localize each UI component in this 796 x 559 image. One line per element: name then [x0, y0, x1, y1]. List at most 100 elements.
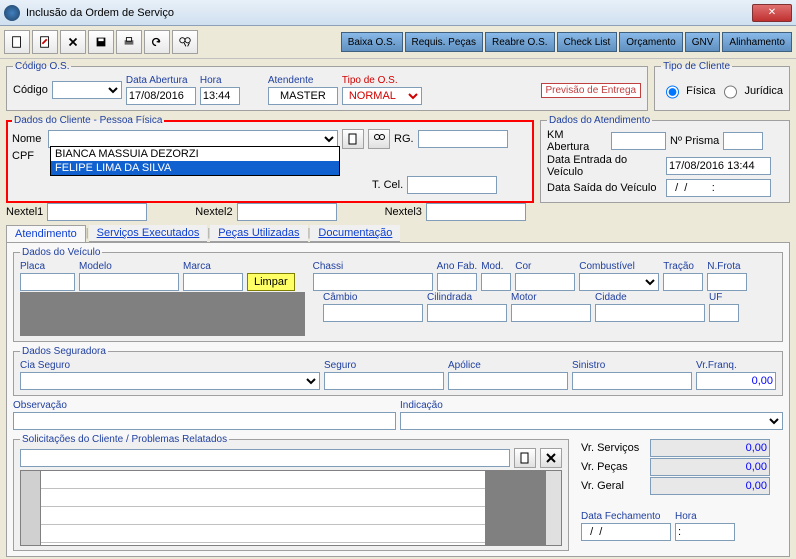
- modelo-input[interactable]: [79, 273, 179, 291]
- tab-documentacao[interactable]: Documentação: [310, 225, 400, 242]
- placa-label: Placa: [20, 261, 75, 272]
- dropdown-option-2[interactable]: FELIPE LIMA DA SILVA: [51, 161, 339, 175]
- gnv-button[interactable]: GNV: [685, 32, 721, 52]
- tcel-input[interactable]: [407, 176, 497, 194]
- seguradora-fieldset: Dados Seguradora Cia Seguro Seguro Apóli…: [13, 346, 783, 396]
- orcamento-button[interactable]: Orçamento: [619, 32, 682, 52]
- juridica-radio[interactable]: [724, 83, 737, 101]
- observacao-input[interactable]: [13, 412, 396, 430]
- seguro-input[interactable]: [324, 372, 444, 390]
- tab-pecas[interactable]: Peças Utilizadas: [210, 225, 307, 242]
- cpf-label: CPF: [12, 150, 44, 162]
- atendente-input[interactable]: [268, 87, 338, 105]
- apolice-input[interactable]: [448, 372, 568, 390]
- marca-label: Marca: [183, 261, 243, 272]
- save-button[interactable]: [88, 30, 114, 54]
- cambio-input[interactable]: [323, 304, 423, 322]
- solicitacoes-legend: Solicitações do Cliente / Problemas Rela…: [20, 434, 229, 445]
- requis-pecas-button[interactable]: Requis. Peças: [405, 32, 483, 52]
- juridica-label: Jurídica: [744, 85, 783, 97]
- tab-servicos[interactable]: Serviços Executados: [89, 225, 208, 242]
- datafech-label: Data Fechamento: [581, 511, 671, 522]
- cidade-input[interactable]: [595, 304, 705, 322]
- nextel2-input[interactable]: [237, 203, 337, 221]
- mod-label: Mod.: [481, 261, 511, 272]
- cor-input[interactable]: [515, 273, 575, 291]
- dropdown-option-1[interactable]: BIANCA MASSUIA DEZORZI: [51, 147, 339, 161]
- codigo-os-fieldset: Código O.S. Código Data Abertura Hora At…: [6, 61, 648, 111]
- combustivel-label: Combustível: [579, 261, 659, 272]
- cidade-label: Cidade: [595, 292, 705, 303]
- prisma-input[interactable]: [723, 132, 763, 150]
- nome-label: Nome: [12, 133, 44, 145]
- tipo-cliente-legend: Tipo de Cliente: [661, 61, 732, 72]
- entrada-input[interactable]: [666, 157, 771, 175]
- alinhamento-button[interactable]: Alinhamento: [722, 32, 792, 52]
- motor-input[interactable]: [511, 304, 591, 322]
- nextel1-input[interactable]: [47, 203, 147, 221]
- scrollbar[interactable]: [545, 471, 561, 545]
- fisica-radio[interactable]: [666, 83, 679, 101]
- data-abertura-input[interactable]: [126, 87, 196, 105]
- tipo-os-select[interactable]: NORMAL: [342, 87, 422, 105]
- limpar-button[interactable]: Limpar: [247, 273, 295, 291]
- tracao-input[interactable]: [663, 273, 703, 291]
- dados-cliente-fieldset: Dados do Cliente - Pessoa Física Nome RG…: [6, 115, 534, 203]
- undo-button[interactable]: [144, 30, 170, 54]
- sinistro-input[interactable]: [572, 372, 692, 390]
- cambio-label: Câmbio: [323, 292, 423, 303]
- saida-input[interactable]: [666, 179, 771, 197]
- nextel3-input[interactable]: [426, 203, 526, 221]
- vrfranq-label: Vr.Franq.: [696, 360, 776, 371]
- print-button[interactable]: [116, 30, 142, 54]
- cia-select[interactable]: [20, 372, 320, 390]
- hora2-input[interactable]: [675, 523, 735, 541]
- solicitacoes-table[interactable]: [20, 470, 562, 546]
- mod-input[interactable]: [481, 273, 511, 291]
- checklist-button[interactable]: Check List: [557, 32, 618, 52]
- reabre-os-button[interactable]: Reabre O.S.: [485, 32, 555, 52]
- window-title: Inclusão da Ordem de Serviço: [26, 7, 752, 19]
- cliente-doc-button[interactable]: [342, 129, 364, 149]
- codigo-select[interactable]: [52, 81, 122, 99]
- edit-button[interactable]: [32, 30, 58, 54]
- rg-label: RG.: [394, 133, 414, 145]
- cliente-search-button[interactable]: [368, 129, 390, 149]
- nfrota-label: N.Frota: [707, 261, 747, 272]
- cilindrada-input[interactable]: [427, 304, 507, 322]
- anofab-input[interactable]: [437, 273, 477, 291]
- solic-doc-button[interactable]: [514, 448, 536, 468]
- veiculo-fieldset: Dados do Veículo Placa Modelo Marca Limp…: [13, 247, 783, 342]
- tracao-label: Tração: [663, 261, 703, 272]
- vrserv-label: Vr. Serviços: [581, 442, 646, 454]
- uf-input[interactable]: [709, 304, 739, 322]
- chassi-label: Chassi: [313, 261, 433, 272]
- cor-label: Cor: [515, 261, 575, 272]
- previsao-button[interactable]: Previsão de Entrega: [541, 83, 642, 98]
- datafech-input[interactable]: [581, 523, 671, 541]
- seguradora-legend: Dados Seguradora: [20, 346, 108, 357]
- data-abertura-label: Data Abertura: [126, 75, 196, 86]
- veiculo-legend: Dados do Veículo: [20, 247, 102, 258]
- marca-input[interactable]: [183, 273, 243, 291]
- new-button[interactable]: [4, 30, 30, 54]
- indicacao-select[interactable]: [400, 412, 783, 430]
- search-button[interactable]: [172, 30, 198, 54]
- solic-delete-button[interactable]: [540, 448, 562, 468]
- combustivel-select[interactable]: [579, 273, 659, 291]
- rg-input[interactable]: [418, 130, 508, 148]
- nfrota-input[interactable]: [707, 273, 747, 291]
- placa-input[interactable]: [20, 273, 75, 291]
- nome-dropdown[interactable]: BIANCA MASSUIA DEZORZI FELIPE LIMA DA SI…: [50, 146, 340, 176]
- close-button[interactable]: ✕: [752, 4, 792, 22]
- hora-input[interactable]: [200, 87, 240, 105]
- km-input[interactable]: [611, 132, 666, 150]
- tab-atendimento[interactable]: Atendimento: [6, 225, 86, 242]
- vrfranq-input[interactable]: [696, 372, 776, 390]
- motor-label: Motor: [511, 292, 591, 303]
- baixa-os-button[interactable]: Baixa O.S.: [341, 32, 403, 52]
- delete-button[interactable]: [60, 30, 86, 54]
- codigo-label: Código: [13, 84, 48, 96]
- chassi-input[interactable]: [313, 273, 433, 291]
- solicitacao-input[interactable]: [20, 449, 510, 467]
